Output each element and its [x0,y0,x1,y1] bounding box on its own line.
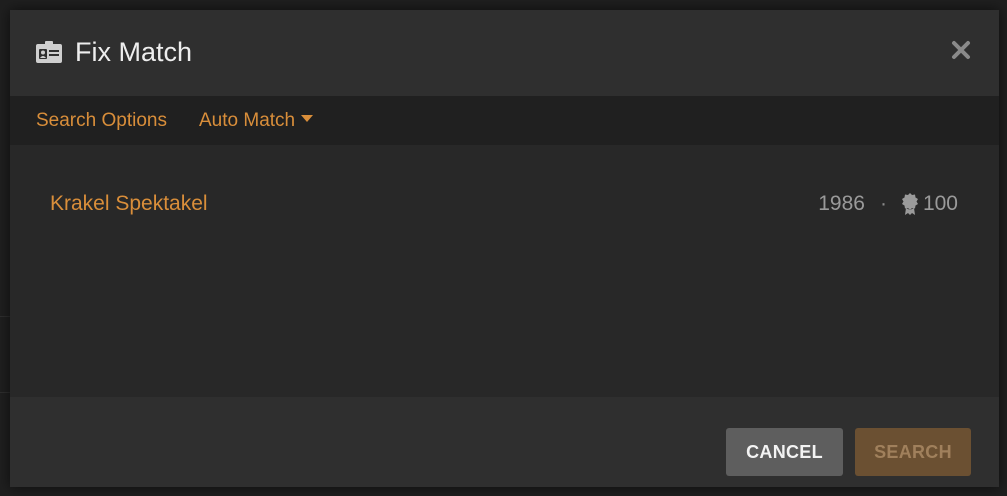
dialog-header: Fix Match [10,10,999,96]
result-title: Krakel Spektakel [50,192,208,215]
search-options-link[interactable]: Search Options [36,109,167,133]
auto-match-dropdown[interactable]: Auto Match [199,109,314,133]
match-results-list: Krakel Spektakel 1986 · 100 [10,145,999,397]
result-meta: 1986 · 100 [818,191,958,217]
search-options-label: Search Options [36,110,167,131]
fix-match-dialog: Fix Match Search Options Auto Match Krak… [10,10,999,487]
result-score: 100 [922,192,958,215]
match-result-item[interactable]: Krakel Spektakel 1986 · 100 [10,183,999,223]
auto-match-label: Auto Match [199,110,296,131]
id-card-icon [36,41,62,63]
award-icon [901,193,918,215]
dialog-title: Fix Match [75,37,193,67]
result-year: 1986 [818,192,865,215]
caret-down-icon [301,115,314,123]
dialog-footer: CANCEL SEARCH [10,397,999,487]
close-icon[interactable] [948,37,974,63]
cancel-button[interactable]: CANCEL [726,428,843,476]
meta-separator: · [879,192,887,215]
search-options-bar: Search Options Auto Match [10,96,999,145]
search-button[interactable]: SEARCH [855,428,971,476]
